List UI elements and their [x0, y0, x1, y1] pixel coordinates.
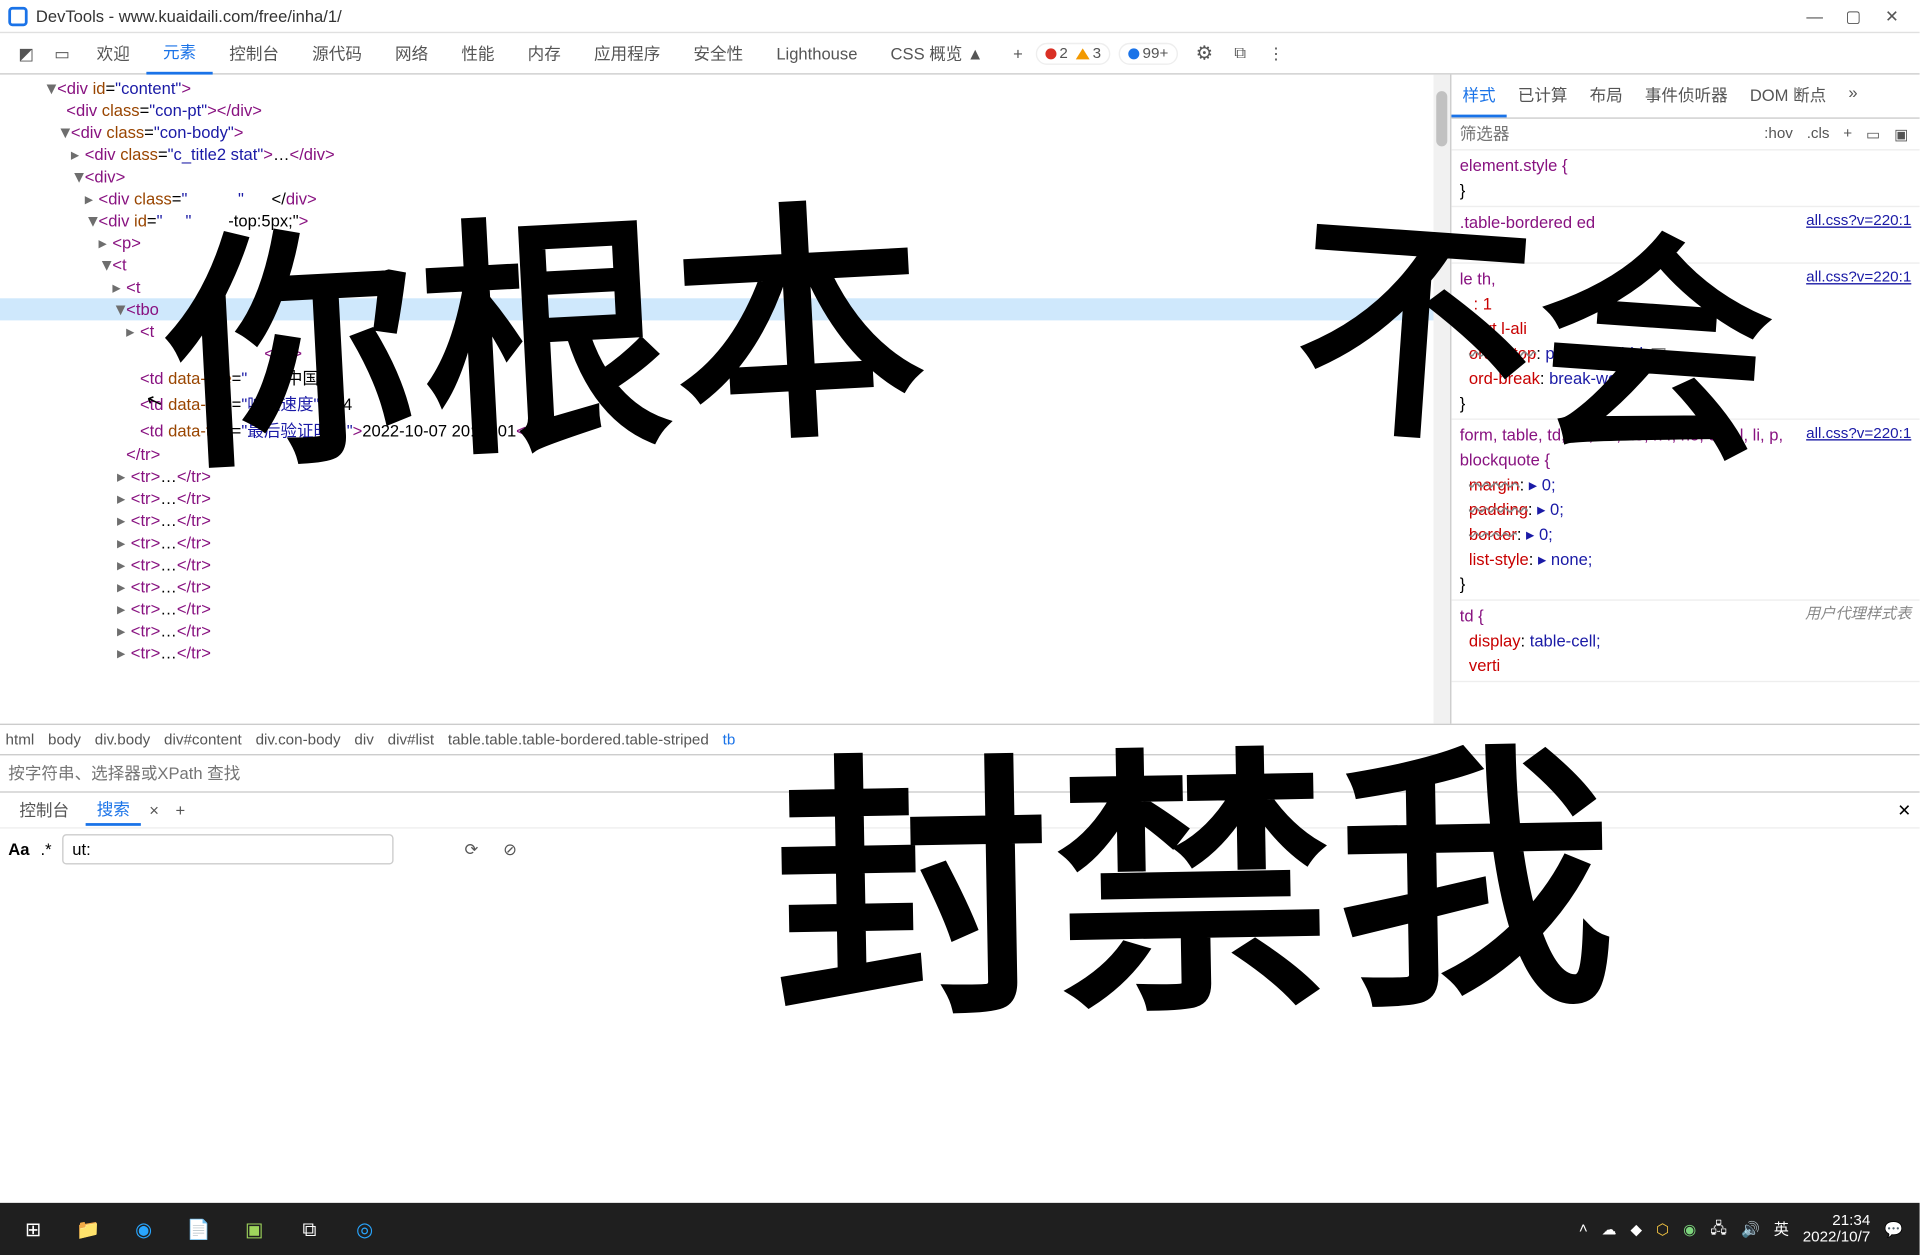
- tray-clock[interactable]: 21:34 2022/10/7: [1803, 1212, 1871, 1245]
- system-tray[interactable]: ˄ ☁ ◆ ⬡ ◉ 🖧 🔊 英 21:34 2022/10/7 💬: [1579, 1212, 1914, 1245]
- elements-dom-tree[interactable]: ▼<div id="content"> <div class="con-pt">…: [0, 75, 1450, 724]
- settings-icon[interactable]: ⚙: [1192, 41, 1217, 66]
- tab-performance[interactable]: 性能: [445, 32, 511, 73]
- close-button[interactable]: ✕: [1873, 2, 1912, 30]
- tab-memory[interactable]: 内存: [511, 32, 577, 73]
- styles-pane: 样式 已计算 布局 事件侦听器 DOM 断点 » :hov .cls + ▭ ▣…: [1450, 75, 1920, 724]
- taskbar-pycharm-icon[interactable]: ▣: [226, 1207, 281, 1251]
- devtools-icon: [8, 6, 27, 25]
- search-results-blank: [0, 869, 1920, 1173]
- style-rule[interactable]: element.style {}: [1451, 151, 1919, 208]
- taskbar-explorer-icon[interactable]: 📁: [61, 1207, 116, 1251]
- taskbar-recorder-icon[interactable]: ⧉: [282, 1207, 337, 1251]
- tab-network[interactable]: 网络: [378, 32, 444, 73]
- close-drawer-icon[interactable]: ✕: [1897, 800, 1911, 819]
- regex-toggle[interactable]: .*: [41, 839, 52, 858]
- styles-tab-event-listeners[interactable]: 事件侦听器: [1634, 75, 1739, 118]
- minimize-button[interactable]: —: [1795, 2, 1834, 30]
- add-drawer-tab-button[interactable]: +: [164, 798, 196, 823]
- refresh-search-icon[interactable]: ⟳: [458, 835, 486, 863]
- tray-ime-indicator[interactable]: 英: [1774, 1218, 1789, 1240]
- elements-search-input[interactable]: [8, 764, 1911, 783]
- tray-onedrive-icon[interactable]: ☁: [1602, 1220, 1617, 1238]
- styles-tab-computed[interactable]: 已计算: [1507, 75, 1579, 118]
- tray-security-icon[interactable]: ⬡: [1656, 1220, 1669, 1238]
- tab-security[interactable]: 安全性: [677, 32, 760, 73]
- tab-welcome[interactable]: 欢迎: [80, 32, 146, 73]
- info-icon: [1129, 48, 1140, 59]
- elements-search-bar: [0, 754, 1920, 791]
- tab-application[interactable]: 应用程序: [577, 32, 676, 73]
- drawer-tabs: 控制台 搜索 × + ✕: [0, 791, 1920, 827]
- devtools-tab-bar: ◩ ▭ 欢迎 元素 控制台 源代码 网络 性能 内存 应用程序 安全性 Ligh…: [0, 33, 1920, 74]
- tray-app2-icon[interactable]: ◉: [1683, 1220, 1696, 1238]
- window-title-bar: DevTools - www.kuaidaili.com/free/inha/1…: [0, 0, 1920, 33]
- styles-tab-layout[interactable]: 布局: [1579, 75, 1634, 118]
- tray-network-icon[interactable]: 🖧: [1710, 1216, 1727, 1242]
- tab-elements[interactable]: 元素: [146, 32, 212, 73]
- style-rule[interactable]: all.css?v=220:1 form, table, td, h1, h2,…: [1451, 420, 1919, 601]
- tray-chevron-icon[interactable]: ˄: [1579, 1221, 1588, 1238]
- styles-filter-input[interactable]: [1460, 124, 1753, 143]
- match-case-toggle[interactable]: Aa: [8, 839, 29, 858]
- warning-icon: [1076, 48, 1090, 59]
- tab-css-overview[interactable]: CSS 概览 ▲: [874, 32, 1000, 73]
- styles-more-icon[interactable]: »: [1837, 75, 1868, 118]
- issue-badges[interactable]: 2 3: [1036, 42, 1111, 64]
- add-tab-button[interactable]: +: [1005, 41, 1030, 66]
- search-input[interactable]: [63, 833, 394, 863]
- search-toolbar: Aa .* ⟳ ⊘: [0, 827, 1920, 868]
- dom-scrollbar[interactable]: [1433, 75, 1450, 724]
- hov-toggle[interactable]: :hov: [1761, 126, 1795, 143]
- inspect-icon[interactable]: ◩: [14, 41, 39, 66]
- tray-notifications-icon[interactable]: 💬: [1884, 1220, 1903, 1238]
- clear-search-icon[interactable]: ⊘: [496, 835, 524, 863]
- styles-tab-dom-breakpoints[interactable]: DOM 断点: [1739, 75, 1838, 118]
- tray-app-icon[interactable]: ◆: [1631, 1220, 1643, 1238]
- info-badge[interactable]: 99+: [1119, 42, 1178, 64]
- more-icon[interactable]: ⋮: [1264, 41, 1289, 66]
- tab-console[interactable]: 控制台: [213, 32, 296, 73]
- tab-lighthouse[interactable]: Lighthouse: [760, 32, 874, 73]
- drawer-tab-console[interactable]: 控制台: [8, 795, 80, 824]
- taskbar-edge-icon[interactable]: ◉: [116, 1207, 171, 1251]
- drawer-tab-search[interactable]: 搜索: [86, 794, 141, 826]
- tab-sources[interactable]: 源代码: [296, 32, 379, 73]
- window-title: DevTools - www.kuaidaili.com/free/inha/1…: [36, 6, 342, 25]
- device-toolbar-icon[interactable]: ▭: [50, 41, 75, 66]
- computed-sidebar-icon[interactable]: ▭: [1863, 125, 1883, 143]
- toggle-rendering-icon[interactable]: ▣: [1891, 125, 1911, 143]
- tray-volume-icon[interactable]: 🔊: [1741, 1220, 1760, 1238]
- style-rule[interactable]: 用户代理样式表 td { display: table-cell; verti: [1451, 601, 1919, 682]
- cls-toggle[interactable]: .cls: [1804, 126, 1832, 143]
- error-icon: [1046, 48, 1057, 59]
- start-button[interactable]: ⊞: [6, 1207, 61, 1251]
- dom-breadcrumbs[interactable]: html body div.body div#content div.con-b…: [0, 724, 1920, 754]
- maximize-button[interactable]: ▢: [1834, 2, 1873, 30]
- style-rule[interactable]: all.css?v=220:1 .table-bordered ed -]: [1451, 207, 1919, 264]
- windows-taskbar: ⊞ 📁 ◉ 📄 ▣ ⧉ ◎ ˄ ☁ ◆ ⬡ ◉ 🖧 🔊 英 21:34 2022…: [0, 1203, 1920, 1255]
- styles-tab-styles[interactable]: 样式: [1451, 75, 1506, 118]
- taskbar-edge2-icon[interactable]: ◎: [337, 1207, 392, 1251]
- new-style-rule-icon[interactable]: +: [1841, 126, 1855, 143]
- taskbar-notepad-icon[interactable]: 📄: [171, 1207, 226, 1251]
- close-drawer-tab-icon[interactable]: ×: [149, 800, 159, 819]
- dock-icon[interactable]: ⧉: [1228, 41, 1253, 66]
- style-rule[interactable]: all.css?v=220:1 le th, : 1 vert l-ali or…: [1451, 264, 1919, 420]
